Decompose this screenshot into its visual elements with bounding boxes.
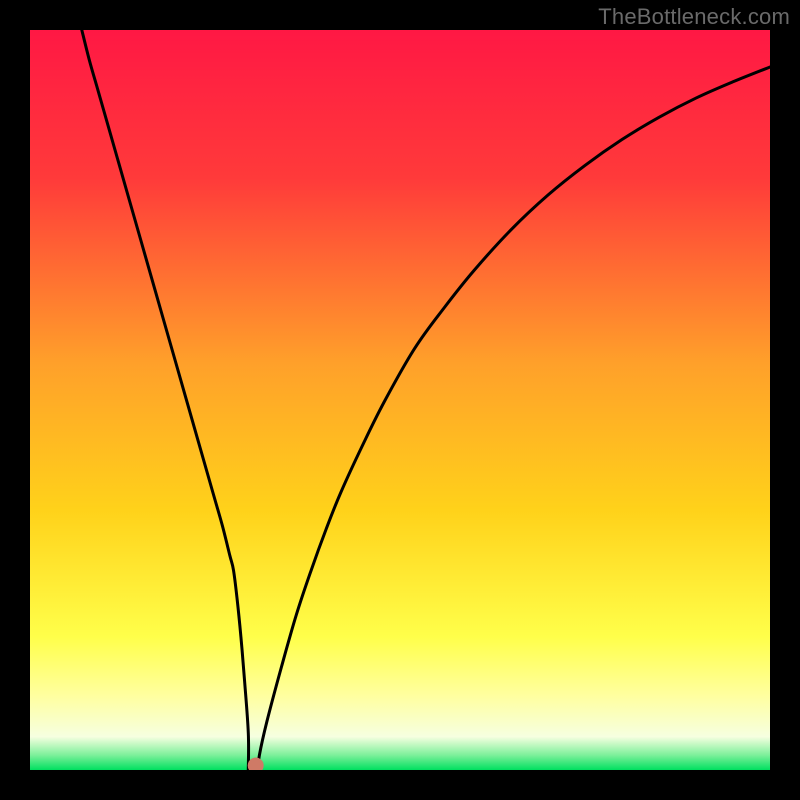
watermark-text: TheBottleneck.com xyxy=(598,4,790,30)
chart-background xyxy=(30,30,770,770)
bottleneck-chart xyxy=(30,30,770,770)
chart-frame: TheBottleneck.com xyxy=(0,0,800,800)
